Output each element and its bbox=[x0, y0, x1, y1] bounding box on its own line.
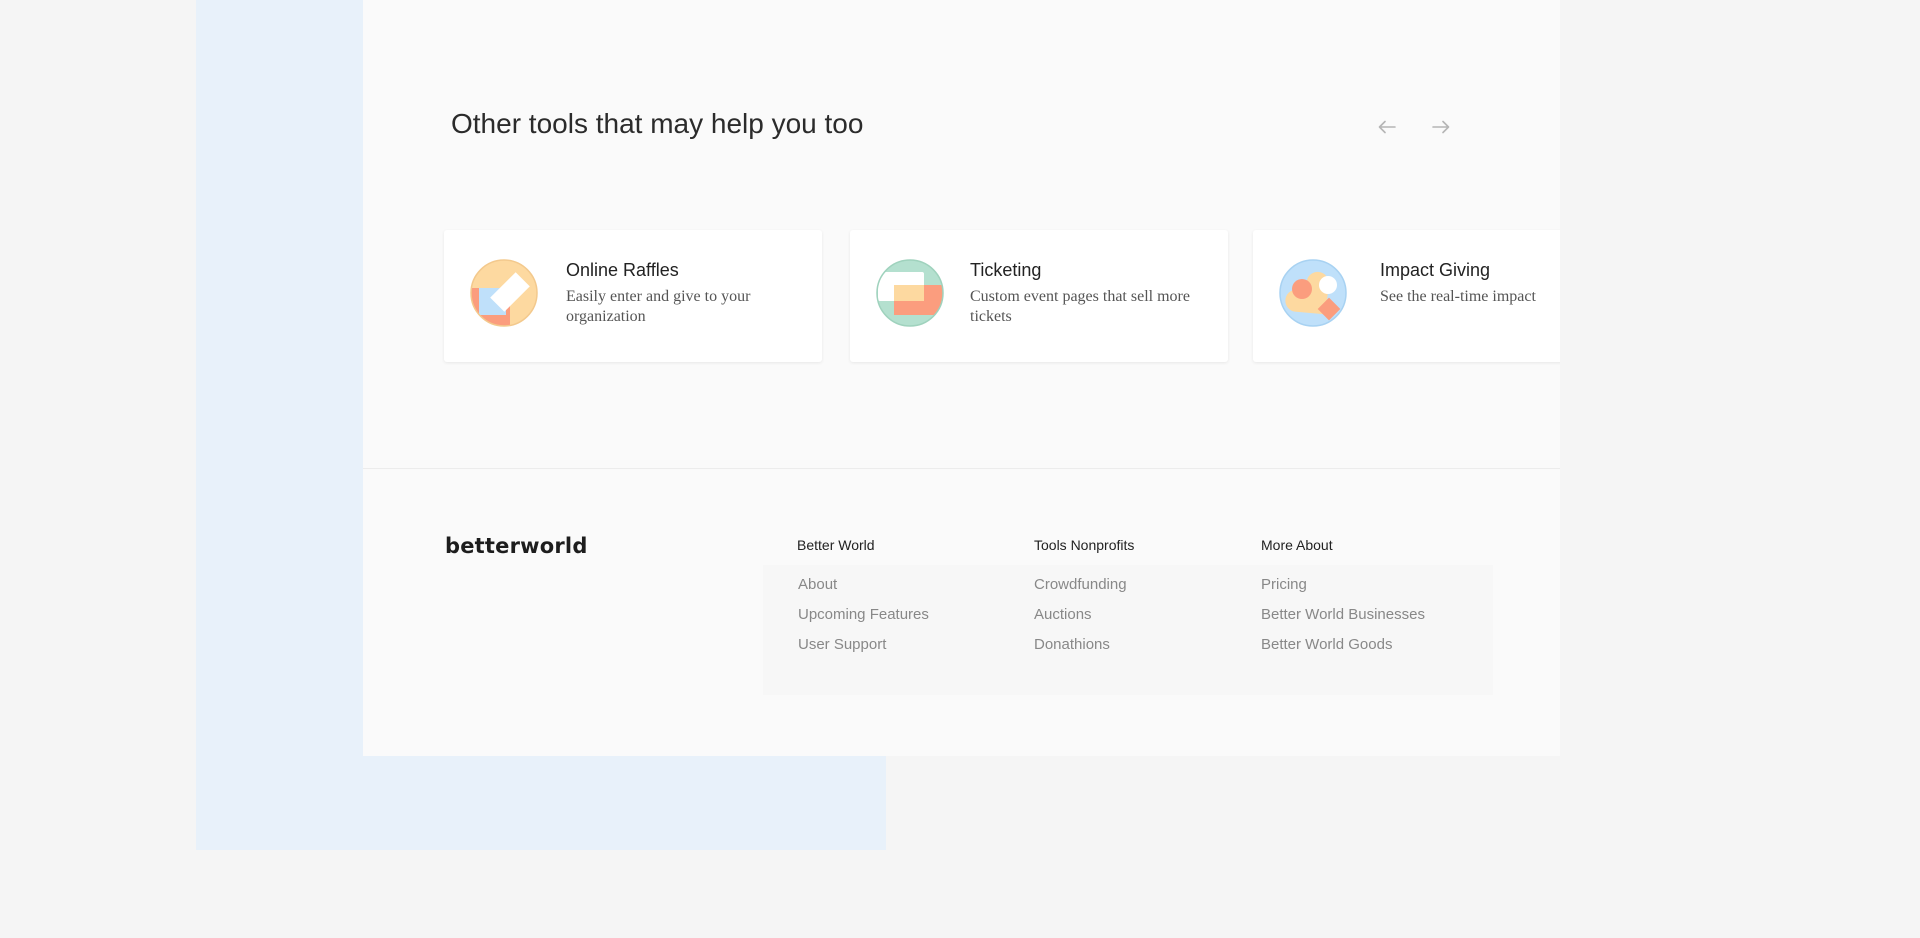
carousel-prev-button[interactable] bbox=[1372, 112, 1402, 142]
card-description: See the real-time impact bbox=[1380, 288, 1536, 305]
footer-link-better-world-businesses[interactable]: Better World Businesses bbox=[1261, 606, 1425, 636]
footer-link-pricing[interactable]: Pricing bbox=[1261, 576, 1425, 606]
ticket-icon bbox=[876, 259, 944, 327]
footer-column-tools-nonprofits: Tools Nonprofits Crowdfunding Auctions D… bbox=[1034, 537, 1134, 666]
footer-link-auctions[interactable]: Auctions bbox=[1034, 606, 1134, 636]
card-title: Online Raffles bbox=[566, 260, 679, 280]
tool-card-impact-giving[interactable]: Impact Giving See the real-time impact bbox=[1253, 230, 1560, 362]
card-description: Easily enter and give to your organizati… bbox=[566, 288, 751, 325]
footer-link-donathions[interactable]: Donathions bbox=[1034, 636, 1134, 666]
footer-link-upcoming-features[interactable]: Upcoming Features bbox=[797, 606, 929, 636]
footer-link-about[interactable]: About bbox=[797, 576, 929, 606]
tool-card-ticketing[interactable]: Ticketing Custom event pages that sell m… bbox=[850, 230, 1228, 362]
raffle-ticket-icon bbox=[470, 259, 538, 327]
tool-card-online-raffles[interactable]: Online Raffles Easily enter and give to … bbox=[444, 230, 822, 362]
arrow-left-icon bbox=[1378, 120, 1396, 134]
heart-icon bbox=[1279, 259, 1347, 327]
footer-column-title: Better World bbox=[797, 537, 875, 553]
footer-divider bbox=[363, 468, 1560, 469]
card-title: Ticketing bbox=[970, 260, 1042, 280]
footer-column-better-world: Better World About Upcoming Features Use… bbox=[797, 537, 929, 666]
footer-column-title: More About bbox=[1261, 537, 1333, 553]
footer-column-more-about: More About Pricing Better World Business… bbox=[1261, 537, 1425, 666]
card-description: Custom event pages that sell more ticket… bbox=[970, 288, 1190, 325]
page-content: Other tools that may help you too Online… bbox=[363, 0, 1560, 756]
section-title: Other tools that may help you too bbox=[451, 108, 864, 139]
footer-link-crowdfunding[interactable]: Crowdfunding bbox=[1034, 576, 1134, 606]
card-title: Impact Giving bbox=[1380, 260, 1491, 280]
arrow-right-icon bbox=[1432, 120, 1450, 134]
footer-column-title: Tools Nonprofits bbox=[1034, 537, 1135, 553]
footer-link-user-support[interactable]: User Support bbox=[797, 636, 929, 666]
footer-link-better-world-goods[interactable]: Better World Goods bbox=[1261, 636, 1425, 666]
carousel-next-button[interactable] bbox=[1426, 112, 1456, 142]
betterworld-logo[interactable]: betterworld bbox=[445, 534, 588, 558]
